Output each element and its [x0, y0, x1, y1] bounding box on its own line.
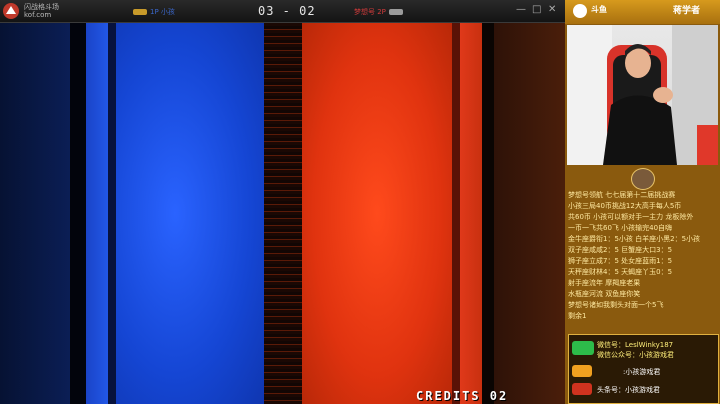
logo-text: 闪战格斗场 kof.com — [24, 3, 59, 19]
wechat-id: 微信号：LeslWinky187 — [597, 341, 674, 349]
maximize-button[interactable]: □ — [532, 5, 541, 15]
bg-band — [460, 23, 482, 404]
bg-band — [302, 23, 452, 404]
ticker-line: 梦想号诸如我剩头对面一个5飞 — [568, 301, 664, 309]
ticker-line: 天秤座财林4：5 天蝎座丫玉0：5 — [568, 268, 673, 276]
toutiao-account: 头条号：小孩游戏君 — [597, 386, 660, 394]
bg-band — [70, 23, 86, 404]
stream-sidebar: 斗鱼 蒋学者 梦想号领航 七七届第十二届挑战赛 小孩三局40币挑战12大高手每人… — [565, 0, 720, 404]
bg-band — [482, 23, 494, 404]
ticker-line: 射手座流年 摩羯座老果 — [568, 279, 641, 287]
credits-counter: CREDITS 02 — [416, 389, 509, 403]
bg-band — [108, 23, 116, 404]
douyu-icon — [572, 365, 592, 377]
close-button[interactable]: ✕ — [548, 5, 556, 15]
ticker-line: 共60币 小孩可以额对手一主力 龙板除外 — [568, 213, 694, 221]
bg-band — [452, 23, 460, 404]
match-score: 03 - 02 — [258, 4, 316, 18]
kof-logo-icon — [3, 3, 19, 19]
douyu-fish-icon — [573, 4, 587, 18]
ticker-line: 双子座咸咸2：5 巨蟹座大口3：5 — [568, 246, 673, 254]
minimize-button[interactable]: — — [516, 5, 526, 15]
ticker-line: 水瓶座河流 双鱼座你笑 — [568, 290, 641, 298]
player-left: 1P 小孩 — [130, 7, 175, 17]
bg-band — [0, 23, 70, 404]
douyu-account: :小孩游戏君 — [623, 368, 661, 376]
sidebar-header: 斗鱼 蒋学者 — [565, 0, 720, 24]
ticker-line: 剩余1 — [568, 312, 587, 320]
streamer-avatar — [631, 168, 655, 190]
wechat-public: 微信公众号：小孩游戏君 — [597, 351, 674, 359]
wechat-icon — [572, 341, 594, 355]
contact-promo-panel: 微信号：LeslWinky187 微信公众号：小孩游戏君 :小孩游戏君 头条号：… — [568, 334, 719, 404]
ticker-line: 梦想号领航 七七届第十二届挑战赛 — [568, 191, 676, 199]
rank-badge-icon — [388, 9, 403, 15]
ticker-line: 金牛座爵衔1：5小孩 白羊座小黑2：5小孩 — [568, 235, 701, 243]
ticker-line: 狮子座立成7：5 处女座蓝雨1：5 — [568, 257, 673, 265]
toutiao-icon — [572, 383, 592, 395]
ticker-line: 一币一飞共60飞 小孩输完40自嗨 — [568, 224, 673, 232]
bg-band — [494, 23, 565, 404]
streamer-webcam — [567, 25, 718, 165]
window-title-bar: 闪战格斗场 kof.com 1P 小孩 03 - 02 梦想号 2P — □ ✕ — [0, 0, 565, 23]
bg-band — [86, 23, 108, 404]
rank-badge-icon — [133, 9, 147, 15]
game-screen[interactable] — [0, 23, 565, 404]
brand-left: 斗鱼 — [591, 5, 607, 14]
bg-band — [116, 23, 264, 404]
streamer-figure-icon — [567, 25, 718, 165]
player-right: 梦想号 2P — [354, 7, 406, 17]
event-ticker: 梦想号领航 七七届第十二届挑战赛 小孩三局40币挑战12大高手每人5币 共60币… — [568, 190, 718, 322]
brand-right: 蒋学者 — [673, 6, 701, 16]
ticker-line: 小孩三局40币挑战12大高手每人5币 — [568, 202, 682, 210]
bg-band — [264, 23, 302, 404]
